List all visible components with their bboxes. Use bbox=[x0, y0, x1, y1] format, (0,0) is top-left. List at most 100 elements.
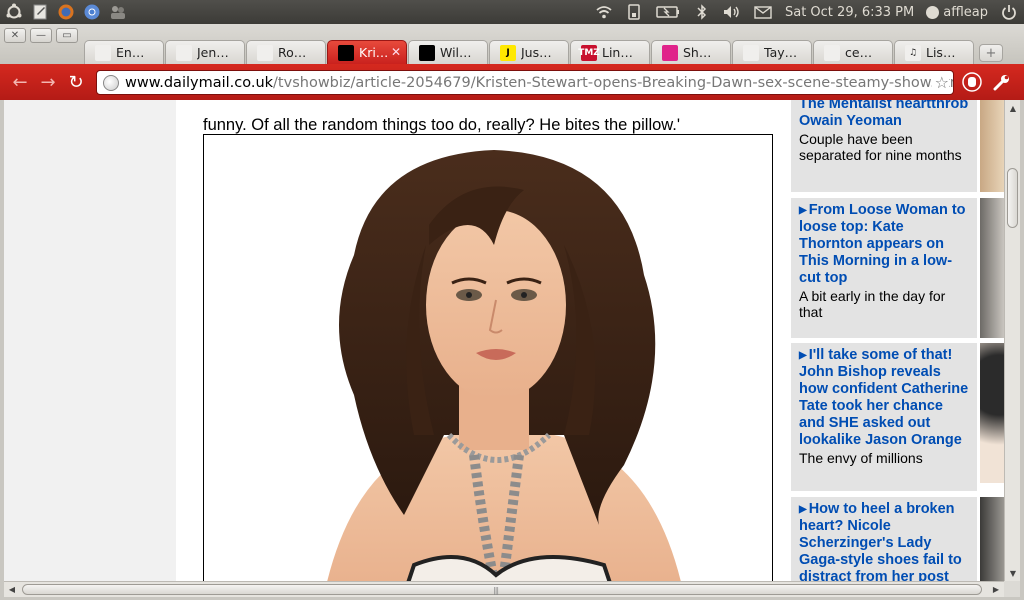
sidebar-story-1-thumbnail[interactable] bbox=[980, 100, 1004, 192]
browser-tab-4[interactable]: Kri… ✕ bbox=[327, 40, 407, 64]
url-path: /tvshowbiz/article-2054679/Kristen-Stewa… bbox=[273, 74, 954, 91]
url-text: www.dailymail.co.uk/tvshowbiz/article-20… bbox=[125, 74, 954, 91]
firefox-launcher-icon[interactable] bbox=[56, 2, 76, 22]
wifi-icon[interactable] bbox=[595, 3, 613, 21]
back-button[interactable]: ← bbox=[8, 70, 32, 94]
device-icon[interactable] bbox=[625, 3, 643, 21]
sidebar-story-1-desc: Couple have been separated for nine mont… bbox=[799, 131, 962, 163]
play-arrow-icon: ▶ bbox=[799, 350, 807, 361]
browser-tab-6[interactable]: J Jus… bbox=[489, 40, 569, 64]
bookmark-star-icon[interactable]: ☆ bbox=[931, 73, 949, 92]
sidebar-story-2-thumbnail[interactable] bbox=[980, 198, 1004, 338]
scrollbar-corner bbox=[1004, 581, 1020, 597]
text-editor-launcher-icon[interactable] bbox=[30, 2, 50, 22]
browser-tab-1[interactable]: En… bbox=[84, 40, 164, 64]
tab-favicon-icon bbox=[824, 44, 840, 61]
url-domain: www.dailymail.co.uk bbox=[125, 74, 274, 91]
close-icon: ✕ bbox=[10, 30, 20, 41]
browser-tab-2[interactable]: Jen… bbox=[165, 40, 245, 64]
tab-strip: ✕ — ▭ En… Jen… Ro… Kri… ✕ Wil… J Jus… TMZ Lin… Sh…… bbox=[0, 24, 1024, 64]
browser-tab-3[interactable]: Ro… bbox=[246, 40, 326, 64]
desktop-screen: Sat Oct 29, 6:33 PM affleap ✕ — ▭ En… Jen… bbox=[0, 0, 1024, 600]
window-close-button[interactable]: ✕ bbox=[4, 28, 26, 43]
address-bar[interactable]: www.dailymail.co.uk/tvshowbiz/article-20… bbox=[96, 70, 954, 95]
wrench-icon bbox=[993, 75, 1009, 91]
tab-favicon-icon bbox=[662, 44, 678, 61]
volume-icon[interactable] bbox=[723, 3, 741, 21]
tab-title: Tay… bbox=[764, 45, 798, 60]
browser-tab-5[interactable]: Wil… bbox=[408, 40, 488, 64]
chrome-launcher-icon[interactable] bbox=[82, 2, 102, 22]
tab-close-icon[interactable]: ✕ bbox=[391, 45, 401, 59]
tab-title: ce… bbox=[845, 45, 873, 60]
scroll-left-arrow-icon[interactable]: ◀ bbox=[5, 582, 19, 596]
browser-tab-8[interactable]: Sh… bbox=[651, 40, 731, 64]
sidebar-story-2-headline[interactable]: ▶ From Loose Woman to loose top: Kate Tho… bbox=[799, 202, 971, 287]
forward-arrow-icon: → bbox=[40, 71, 56, 93]
sidebar-story-3[interactable]: ▶ I'll take some of that! John Bishop rev… bbox=[791, 343, 977, 491]
sidebar-story-4-headline-text: How to heel a broken heart? Nicole Scher… bbox=[799, 501, 962, 581]
top-panel: Sat Oct 29, 6:33 PM affleap bbox=[0, 0, 1024, 24]
sidebar-story-1[interactable]: The Mentalist heartthrob Owain Yeoman Co… bbox=[791, 100, 977, 192]
tab-list: En… Jen… Ro… Kri… ✕ Wil… J Jus… TMZ Lin… Sh… Tay… ce… bbox=[84, 40, 1003, 64]
window-maximize-button[interactable]: ▭ bbox=[56, 28, 78, 43]
battery-icon[interactable] bbox=[655, 3, 681, 21]
browser-toolbar: ← → ↻ www.dailymail.co.uk/tvshowbiz/arti… bbox=[0, 64, 1024, 100]
bluetooth-icon[interactable] bbox=[693, 3, 711, 21]
sidebar-story-4[interactable]: ▶ How to heel a broken heart? Nicole Sche… bbox=[791, 497, 977, 581]
tab-title: Ro… bbox=[278, 45, 307, 60]
back-arrow-icon: ← bbox=[12, 71, 28, 93]
sidebar-story-2[interactable]: ▶ From Loose Woman to loose top: Kate Tho… bbox=[791, 198, 977, 338]
play-arrow-icon: ▶ bbox=[799, 504, 807, 515]
window-minimize-button[interactable]: — bbox=[30, 28, 52, 43]
sidebar-story-4-headline[interactable]: ▶ How to heel a broken heart? Nicole Sche… bbox=[799, 501, 971, 581]
tab-favicon-icon bbox=[743, 44, 759, 61]
scroll-right-arrow-icon[interactable]: ▶ bbox=[989, 582, 1003, 596]
browser-window: ✕ — ▭ En… Jen… Ro… Kri… ✕ Wil… J Jus… TMZ Lin… Sh…… bbox=[0, 24, 1024, 600]
tab-title: Kri… bbox=[359, 45, 389, 60]
people-launcher-icon[interactable] bbox=[108, 2, 128, 22]
tab-title: Lin… bbox=[602, 45, 633, 60]
sidebar-story-3-desc: The envy of millions bbox=[799, 450, 923, 466]
browser-tab-11[interactable]: ♫ Lis… bbox=[894, 40, 974, 64]
vertical-scrollbar-thumb[interactable] bbox=[1007, 168, 1018, 228]
vertical-scrollbar[interactable]: ▲ ▼ bbox=[1004, 100, 1020, 581]
sidebar-story-4-thumbnail[interactable] bbox=[980, 497, 1004, 581]
scroll-down-arrow-icon[interactable]: ▼ bbox=[1006, 566, 1020, 580]
tab-favicon-icon: J bbox=[500, 44, 516, 61]
globe-icon bbox=[103, 74, 119, 91]
page-viewport: funny. Of all the random things too do, … bbox=[4, 100, 1004, 581]
article-column: funny. Of all the random things too do, … bbox=[176, 100, 790, 581]
browser-tab-10[interactable]: ce… bbox=[813, 40, 893, 64]
tab-title: Wil… bbox=[440, 45, 472, 60]
scroll-up-arrow-icon[interactable]: ▲ bbox=[1006, 101, 1020, 115]
forward-button[interactable]: → bbox=[36, 70, 60, 94]
horizontal-scrollbar[interactable]: ◀ ||| ▶ bbox=[4, 581, 1004, 597]
sidebar-story-3-thumbnail[interactable] bbox=[980, 343, 1004, 483]
browser-tab-7[interactable]: TMZ Lin… bbox=[570, 40, 650, 64]
mail-icon[interactable] bbox=[753, 3, 773, 21]
article-photo[interactable] bbox=[203, 134, 773, 581]
sidebar-story-1-headline[interactable]: The Mentalist heartthrob Owain Yeoman bbox=[799, 100, 971, 130]
clipped-line bbox=[203, 100, 783, 114]
sidebar-story-3-headline[interactable]: ▶ I'll take some of that! John Bishop rev… bbox=[799, 347, 971, 449]
page-left-gutter bbox=[4, 100, 176, 581]
extension-button[interactable] bbox=[960, 70, 984, 94]
power-icon[interactable] bbox=[1000, 3, 1018, 21]
reload-button[interactable]: ↻ bbox=[64, 70, 88, 94]
ubuntu-logo-icon[interactable] bbox=[4, 2, 24, 22]
user-menu[interactable]: affleap bbox=[926, 5, 988, 20]
related-stories-sidebar: The Mentalist heartthrob Owain Yeoman Co… bbox=[790, 100, 1004, 581]
article-paragraph: funny. Of all the random things too do, … bbox=[203, 100, 783, 136]
new-tab-button[interactable]: + bbox=[979, 44, 1003, 62]
scrollbar-grip-icon: ||| bbox=[493, 586, 499, 595]
settings-wrench-button[interactable] bbox=[990, 70, 1014, 94]
user-status-icon bbox=[926, 5, 940, 19]
panel-clock[interactable]: Sat Oct 29, 6:33 PM bbox=[785, 5, 914, 20]
browser-tab-9[interactable]: Tay… bbox=[732, 40, 812, 64]
user-name: affleap bbox=[943, 4, 988, 20]
horizontal-scrollbar-thumb[interactable]: ||| bbox=[22, 584, 982, 595]
tab-favicon-icon: ♫ bbox=[905, 44, 921, 61]
stop-hand-icon bbox=[962, 72, 982, 92]
sidebar-story-2-desc: A bit early in the day for that bbox=[799, 288, 946, 320]
